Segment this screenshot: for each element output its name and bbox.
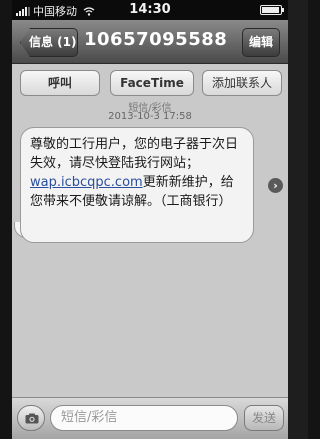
- message-input[interactable]: 短信/彩信: [50, 405, 238, 431]
- camera-icon: [25, 413, 39, 424]
- camera-button[interactable]: [17, 405, 45, 431]
- message-link[interactable]: wap.icbcqpc.com: [30, 175, 143, 190]
- status-time: 14:30: [129, 2, 171, 17]
- status-bar: 中国移动 14:30: [12, 0, 288, 20]
- message-bubble[interactable]: 尊敬的工行用户，您的电子器于次日失效，请尽快登陆我行网站； wap.icbcqpc…: [20, 127, 254, 243]
- facetime-button[interactable]: FaceTime: [110, 70, 194, 96]
- device-bezel-right: [308, 0, 320, 439]
- send-button[interactable]: 发送: [244, 405, 284, 431]
- battery-icon: [260, 5, 284, 15]
- call-button[interactable]: 呼叫: [20, 70, 100, 96]
- add-contact-button[interactable]: 添加联系人: [202, 70, 282, 96]
- message-text-part1: 尊敬的工行用户，您的电子器于次日失效，请尽快登陆我行网站；: [30, 137, 239, 171]
- message-timestamp: 2013-10-3 17:58: [108, 111, 192, 122]
- chevron-right-icon[interactable]: ›: [268, 178, 283, 193]
- back-button[interactable]: 信息 (1): [20, 28, 78, 57]
- phone-screen: 中国移动 14:30 信息 (1) 10657095588 编辑 呼叫 Face…: [12, 0, 288, 439]
- compose-bar: 短信/彩信 发送: [12, 397, 288, 439]
- conversation-title: 10657095588: [84, 29, 228, 50]
- edit-button[interactable]: 编辑: [242, 28, 280, 57]
- contact-actions: 呼叫 FaceTime 添加联系人: [12, 70, 288, 96]
- device-bezel-left: [0, 0, 12, 439]
- nav-bar: 信息 (1) 10657095588 编辑: [12, 20, 288, 64]
